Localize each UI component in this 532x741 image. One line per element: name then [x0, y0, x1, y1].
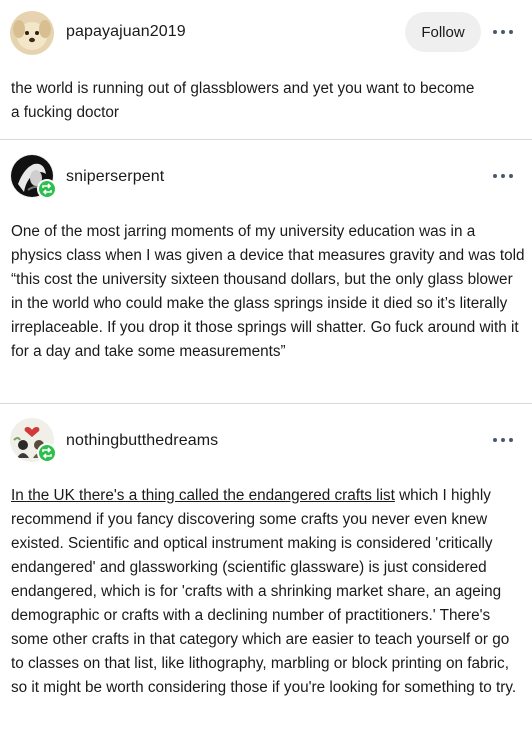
post-nothingbutthedreams: nothingbutthedreams In the UK there's a …	[0, 404, 532, 741]
endangered-crafts-link[interactable]: In the UK there's a thing called the end…	[11, 487, 395, 504]
post-papayajuan2019: papayajuan2019 Follow the world is runni…	[0, 0, 532, 140]
post-sniperserpent: sniperserpent One of the most jarring mo…	[0, 140, 532, 404]
ellipsis-icon[interactable]	[493, 435, 517, 445]
reblog-icon	[37, 443, 57, 463]
post-header: nothingbutthedreams	[0, 418, 532, 466]
username[interactable]: papayajuan2019	[66, 23, 186, 41]
post-text: One of the most jarring moments of my un…	[11, 223, 525, 360]
post-text: In the UK there's a thing called the end…	[11, 484, 525, 700]
reblog-icon	[37, 179, 57, 199]
post-text-body: which I highly recommend if you fancy di…	[11, 487, 517, 696]
follow-button[interactable]: Follow	[405, 12, 481, 52]
post-header: sniperserpent	[0, 154, 532, 202]
dog-avatar-icon[interactable]	[10, 11, 54, 55]
username[interactable]: nothingbutthedreams	[66, 432, 218, 450]
ellipsis-icon[interactable]	[493, 171, 517, 181]
ellipsis-icon[interactable]	[493, 27, 517, 37]
post-text: the world is running out of glassblowers…	[11, 80, 475, 121]
username[interactable]: sniperserpent	[66, 168, 164, 186]
